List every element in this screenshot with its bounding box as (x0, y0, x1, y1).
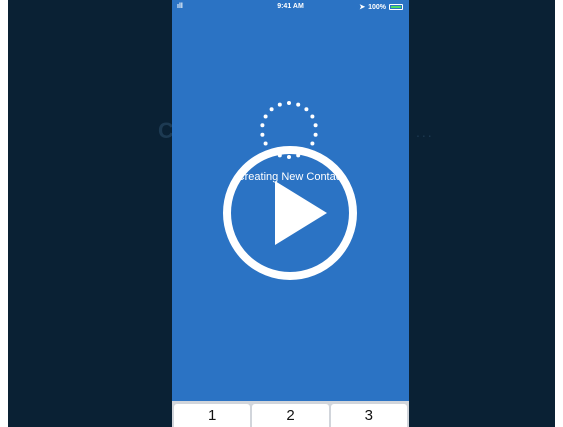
keypad-key-1[interactable]: 1 (174, 404, 251, 427)
battery-percent: 100% (368, 3, 386, 11)
play-triangle (275, 181, 327, 245)
status-bar: ıll 9:41 AM ➤ 100% (172, 0, 409, 14)
background-text-right: ... (416, 124, 434, 140)
keypad-key-2[interactable]: 2 (252, 404, 329, 427)
play-icon[interactable] (220, 143, 360, 283)
keypad-key-3[interactable]: 3 (330, 404, 407, 427)
keypad: 1 2 3 (172, 401, 409, 427)
status-right-group: ➤ 100% (359, 3, 403, 11)
location-arrow-icon: ➤ (359, 4, 366, 11)
battery-icon (389, 4, 403, 10)
battery-fill (391, 6, 401, 8)
